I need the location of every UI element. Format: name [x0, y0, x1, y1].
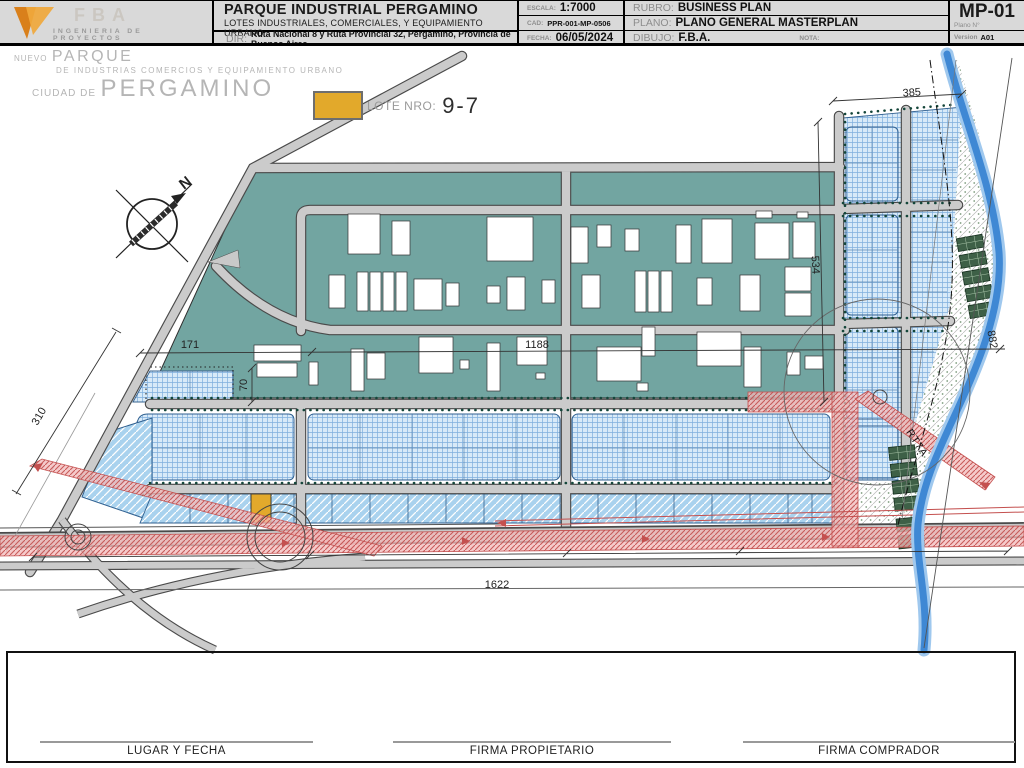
- north-label: N: [176, 173, 195, 193]
- brand-name: FBA: [74, 5, 132, 25]
- sheet-code: MP-01: [959, 1, 1015, 22]
- watermark-big-3: PERGAMINO: [100, 75, 275, 102]
- dim-70: 70: [238, 379, 250, 391]
- legend-value: 9-7: [442, 92, 480, 118]
- dir-value: Ruta Nacional 8 y Ruta Provincial 32, Pe…: [251, 29, 511, 43]
- meta-cell-left: ESCALA: 1:7000 CAD: PPR-001-MP-0506 FECH…: [519, 1, 625, 43]
- fecha-label: FECHA:: [527, 34, 552, 42]
- cad-label: CAD:: [527, 19, 544, 27]
- dim-385: 385: [902, 86, 921, 99]
- sheet-code-label: Plano N°: [954, 22, 980, 29]
- north-compass: N: [115, 173, 195, 263]
- escala-label: ESCALA:: [527, 4, 556, 12]
- signature-block: LUGAR Y FECHA FIRMA PROPIETARIO FIRMA CO…: [6, 651, 1016, 763]
- lot-legend: LOTE NRO: 9-7: [313, 91, 480, 120]
- sheet-cell: MP-01 Plano N° Version A01: [950, 1, 1024, 43]
- watermark-big-1: PARQUE: [51, 48, 134, 65]
- nota-label: NOTA:: [799, 34, 820, 42]
- meta-cell-right: RUBRO: BUSINESS PLAN PLANO: PLANO GENERA…: [625, 1, 950, 43]
- watermark-prefix-3: CIUDAD DE: [32, 88, 97, 99]
- brand-tagline: INGENIERIA DE PROYECTOS: [53, 28, 143, 42]
- signature-line: [743, 741, 1015, 743]
- watermark-prefix-1: NUEVO: [14, 54, 48, 63]
- dim-1622: 1622: [485, 579, 509, 591]
- project-watermark: NUEVO PARQUE DE INDUSTRIAS COMERCIOS Y E…: [14, 49, 343, 101]
- signature-label: FIRMA COMPRADOR: [818, 745, 940, 757]
- plano-label: PLANO:: [633, 17, 672, 29]
- rubro-value: BUSINESS PLAN: [677, 2, 772, 14]
- escala-value: 1:7000: [559, 2, 596, 14]
- version-label: Version: [954, 34, 978, 41]
- legend-label: LOTE NRO:: [367, 98, 437, 113]
- dim-310: 310: [30, 406, 50, 428]
- cad-value: PPR-001-MP-0506: [547, 18, 611, 28]
- dim-171: 171: [181, 339, 199, 351]
- signature-field-firma-propietario: FIRMA PROPIETARIO: [393, 741, 671, 757]
- signature-field-firma-comprador: FIRMA COMPRADOR: [743, 741, 1015, 757]
- legend-swatch: [313, 91, 363, 120]
- signature-label: LUGAR Y FECHA: [127, 745, 226, 757]
- plano-value: PLANO GENERAL MASTERPLAN: [675, 17, 859, 29]
- logo-cell: FBA INGENIERIA DE PROYECTOS: [0, 1, 214, 43]
- signature-line: [40, 741, 313, 743]
- rubro-label: RUBRO:: [633, 2, 674, 14]
- dim-534: 534: [809, 255, 822, 274]
- dibujo-label: DIBUJO:: [633, 32, 675, 43]
- watermark-line-2: DE INDUSTRIAS COMERCIOS Y EQUIPAMIENTO U…: [56, 66, 344, 75]
- fecha-value: 06/05/2024: [555, 32, 614, 43]
- dir-label: DIR:: [226, 33, 247, 43]
- version-value: A01: [980, 33, 995, 42]
- title-block: FBA INGENIERIA DE PROYECTOS PARQUE INDUS…: [0, 0, 1024, 46]
- dibujo-value: F.B.A.: [678, 32, 711, 43]
- dim-1188: 1188: [525, 339, 549, 351]
- project-title: PARQUE INDUSTRIAL PERGAMINO: [224, 2, 479, 18]
- project-cell: PARQUE INDUSTRIAL PERGAMINO LOTES INDUST…: [214, 1, 519, 43]
- masterplan-sheet: { "title_block": { "logo": { "brand": "F…: [0, 0, 1024, 768]
- signature-field-lugar-y-fecha: LUGAR Y FECHA: [40, 741, 313, 757]
- signature-line: [393, 741, 671, 743]
- company-logo-icon: [14, 7, 54, 39]
- signature-label: FIRMA PROPIETARIO: [469, 745, 595, 757]
